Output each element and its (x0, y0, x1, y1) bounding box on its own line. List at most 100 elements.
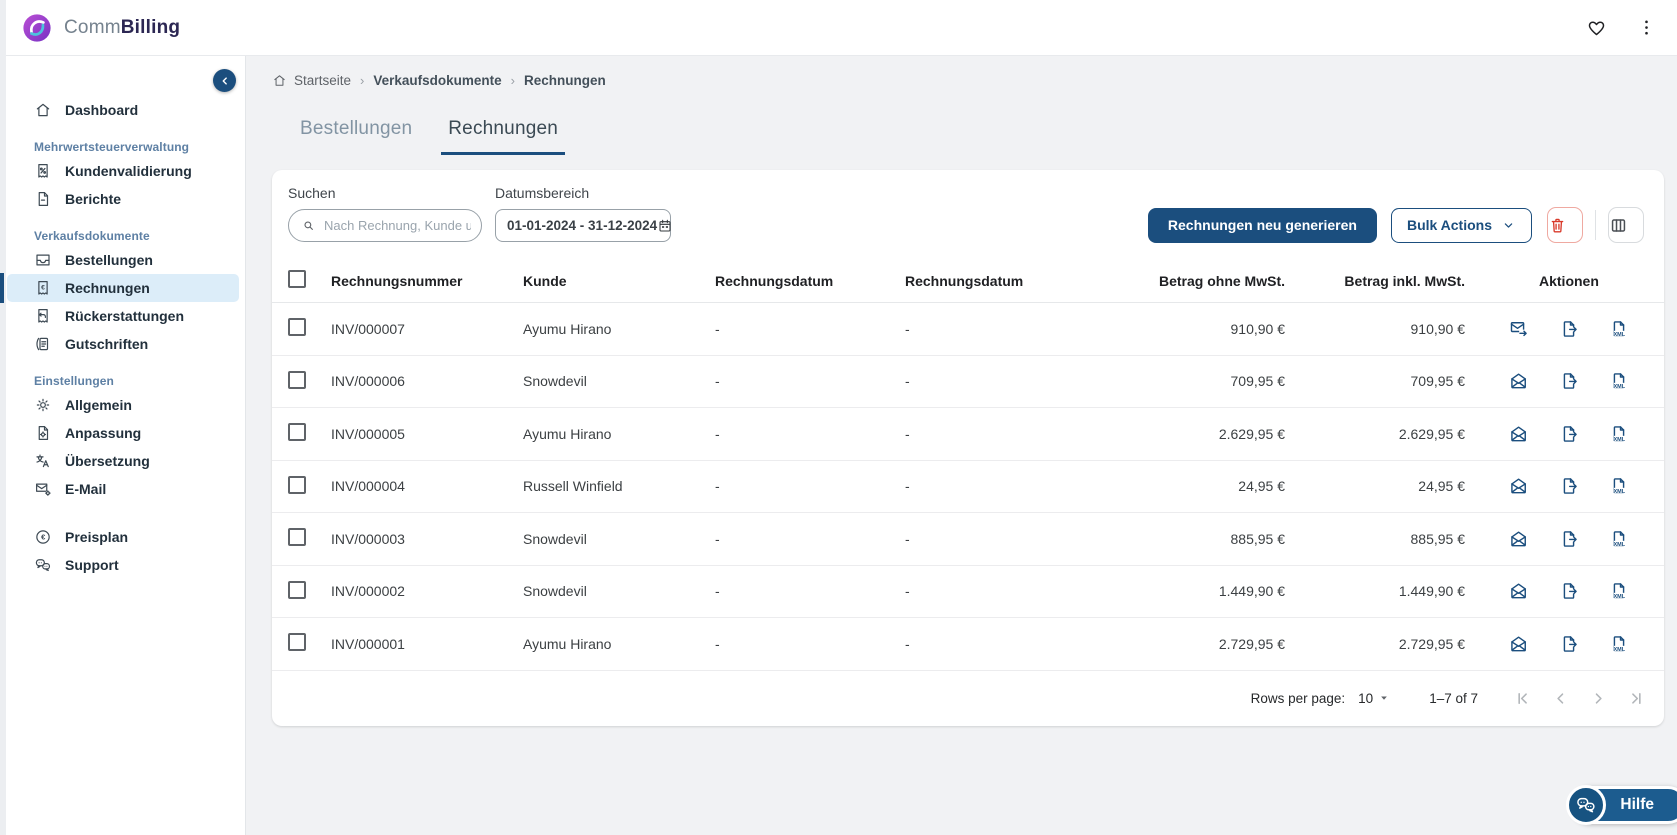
sidebar-item-rechnungen[interactable]: € Rechnungen (0, 273, 239, 303)
mail-gear-icon (34, 480, 52, 498)
help-label: Hilfe (1620, 796, 1654, 813)
table-row: INV/000006 Snowdevil - - 709,95 € 709,95 € XML (272, 356, 1664, 408)
invoice-number-cell: INV/000003 (331, 530, 405, 547)
bulk-actions-button[interactable]: Bulk Actions (1390, 207, 1532, 243)
row-action-file-export-button[interactable] (1559, 581, 1579, 601)
row-action-mail-open-button[interactable] (1509, 371, 1529, 391)
row-checkbox[interactable] (288, 633, 306, 652)
row-checkbox[interactable] (288, 370, 306, 389)
row-actions: XML (1465, 424, 1648, 444)
gross-amount-cell: 910,90 € (1410, 320, 1466, 337)
overflow-menu-button[interactable] (1629, 11, 1663, 45)
sidebar-item-label: Rechnungen (65, 280, 150, 296)
date-range-input[interactable]: 01-01-2024 - 31-12-2024 (495, 209, 671, 242)
row-action-file-export-button[interactable] (1559, 634, 1579, 654)
row-checkbox[interactable] (288, 475, 306, 494)
rows-per-page-select[interactable]: 10 (1358, 689, 1393, 707)
row-action-file-xml-button[interactable]: XML (1609, 581, 1629, 601)
sidebar-collapse-button[interactable] (213, 69, 236, 92)
table-row: INV/000003 Snowdevil - - 885,95 € 885,95 € XML (272, 513, 1664, 566)
sidebar-item-preisplan[interactable]: € Preisplan (7, 523, 239, 551)
document-icon (34, 190, 52, 208)
table-header-row: Rechnungsnummer Kunde Rechnungsdatum Rec… (272, 259, 1664, 303)
file-export-icon (1559, 581, 1579, 601)
first-page-button[interactable] (1508, 684, 1536, 712)
row-action-mail-open-button[interactable] (1509, 529, 1529, 549)
row-checkbox[interactable] (288, 423, 306, 442)
row-action-file-xml-button[interactable]: XML (1609, 424, 1629, 444)
tab-rechnungen[interactable]: Rechnungen (441, 118, 566, 155)
row-action-file-xml-button[interactable]: XML (1609, 319, 1629, 339)
prev-page-button[interactable] (1546, 684, 1574, 712)
sidebar-item-bestellungen[interactable]: Bestellungen (7, 246, 239, 274)
invoice-date-cell-2: - (905, 373, 910, 390)
sidebar-item-dashboard[interactable]: Dashboard (7, 96, 239, 124)
sidebar-item-kundenvalidierung[interactable]: Kundenvalidierung (7, 157, 239, 185)
invoice-number-cell: INV/000005 (331, 425, 405, 442)
sidebar-item-ruckerstattungen[interactable]: Rückerstattungen (7, 302, 239, 330)
row-checkbox[interactable] (288, 580, 306, 599)
sidebar-item-gutschriften[interactable]: Gutschriften (7, 330, 239, 358)
sidebar-item-allgemein[interactable]: Allgemein (7, 391, 239, 419)
row-action-file-xml-button[interactable]: XML (1609, 529, 1629, 549)
invoice-date-cell-2: - (905, 320, 910, 337)
gross-amount-cell: 24,95 € (1418, 478, 1465, 495)
table-toolbar: Rechnungen neu generieren Bulk Actions (1147, 207, 1644, 243)
table-row: INV/000002 Snowdevil - - 1.449,90 € 1.449,90 … (272, 566, 1664, 618)
svg-text:XML: XML (1613, 384, 1625, 390)
svg-text:€: € (41, 533, 46, 542)
row-action-file-export-button[interactable] (1559, 319, 1579, 339)
row-action-mail-open-button[interactable] (1509, 634, 1529, 654)
search-input[interactable] (324, 218, 471, 233)
sidebar-item-label: Kundenvalidierung (65, 163, 192, 179)
svg-text:€: € (41, 285, 45, 292)
logo-text: CommBilling (64, 16, 181, 38)
toolbar-divider (1595, 210, 1596, 240)
sidebar-item-support[interactable]: Support (7, 551, 239, 579)
table-row: INV/000004 Russell Winfield - - 24,95 € 24,95… (272, 461, 1664, 513)
net-amount-cell: 910,90 € (1230, 320, 1286, 337)
table-body: INV/000007 Ayumu Hirano - - 910,90 € 910,90 €… (272, 303, 1664, 671)
file-xml-icon: XML (1609, 424, 1629, 444)
tab-bestellungen[interactable]: Bestellungen (293, 118, 419, 155)
row-action-file-xml-button[interactable]: XML (1609, 634, 1629, 654)
gear-icon (34, 396, 52, 414)
file-export-icon (1559, 476, 1579, 496)
row-action-mail-send-button[interactable] (1509, 319, 1529, 339)
column-header-kunde: Kunde (523, 272, 567, 289)
row-action-file-xml-button[interactable]: XML (1609, 476, 1629, 496)
regenerate-invoices-button[interactable]: Rechnungen neu generieren (1147, 207, 1377, 243)
next-page-button[interactable] (1584, 684, 1612, 712)
row-checkbox[interactable] (288, 318, 306, 337)
file-export-icon (1559, 424, 1579, 444)
last-page-button[interactable] (1622, 684, 1650, 712)
help-button[interactable]: Hilfe (1566, 785, 1677, 825)
net-amount-cell: 1.449,90 € (1218, 583, 1285, 600)
row-action-file-export-button[interactable] (1559, 424, 1579, 444)
customer-cell: Ayumu Hirano (523, 425, 612, 442)
sidebar-item-berichte[interactable]: Berichte (7, 185, 239, 213)
sidebar-item-label: Rückerstattungen (65, 308, 185, 324)
table-row: INV/000005 Ayumu Hirano - - 2.629,95 € 2.629,… (272, 408, 1664, 461)
delete-selected-button[interactable] (1547, 207, 1583, 243)
sidebar-item-e-mail[interactable]: E-Mail (7, 475, 239, 503)
column-settings-button[interactable] (1608, 207, 1644, 243)
file-export-icon (1559, 634, 1579, 654)
favorites-button[interactable] (1579, 11, 1613, 45)
chat-icon (34, 556, 52, 574)
row-action-mail-open-button[interactable] (1509, 476, 1529, 496)
row-action-file-export-button[interactable] (1559, 529, 1579, 549)
row-checkbox[interactable] (288, 528, 306, 547)
sidebar-item-anpassung[interactable]: Anpassung (7, 419, 239, 447)
breadcrumb-item-verkaufsdokumente[interactable]: Verkaufsdokumente (373, 73, 501, 88)
row-action-mail-open-button[interactable] (1509, 581, 1529, 601)
select-all-checkbox[interactable] (288, 270, 306, 288)
row-action-mail-open-button[interactable] (1509, 424, 1529, 444)
home-icon (34, 101, 52, 119)
row-action-file-export-button[interactable] (1559, 371, 1579, 391)
breadcrumb-item-startseite[interactable]: Startseite (272, 73, 351, 88)
sidebar-item-ubersetzung[interactable]: Übersetzung (7, 447, 239, 475)
file-export-icon (1559, 371, 1579, 391)
row-action-file-xml-button[interactable]: XML (1609, 371, 1629, 391)
row-action-file-export-button[interactable] (1559, 476, 1579, 496)
